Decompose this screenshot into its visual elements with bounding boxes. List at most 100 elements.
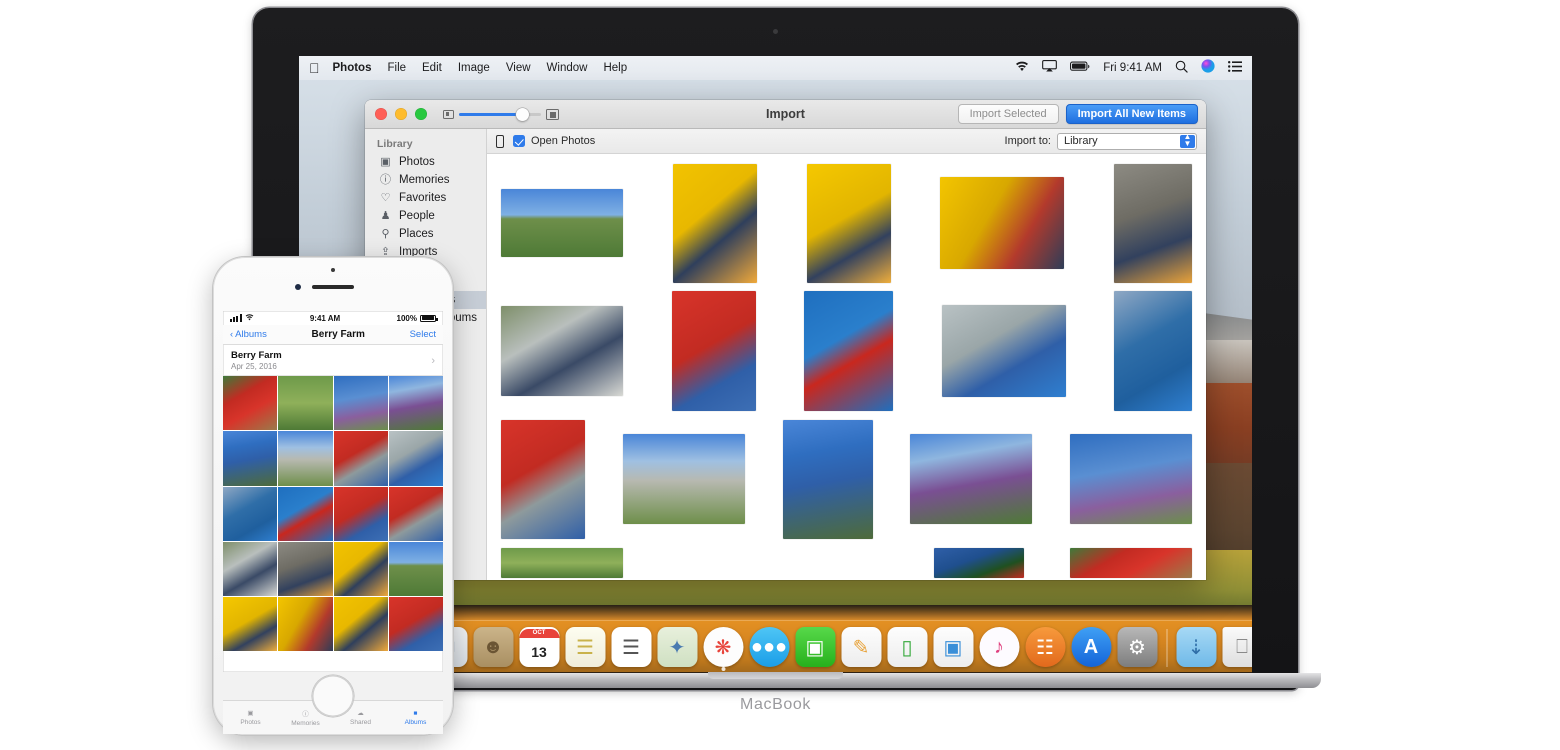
photo-thumbnail-field-landscape[interactable] <box>501 189 623 257</box>
dock-item-maps[interactable]: ✦ <box>657 627 697 667</box>
select-button[interactable]: Select <box>410 329 436 340</box>
dock-item-calendar[interactable]: OCT 13 <box>519 627 559 667</box>
dock-item-messages[interactable]: ●●● <box>749 627 789 667</box>
tab-label: Memories <box>291 720 320 727</box>
import-all-new-items-button[interactable]: Import All New Items <box>1066 104 1198 124</box>
facetime-camera-icon <box>773 29 778 34</box>
iphone-photo-thumbnail[interactable] <box>278 431 332 485</box>
photo-thumbnail-berry-crate-partial[interactable] <box>1070 548 1192 578</box>
menu-item-view[interactable]: View <box>506 62 531 74</box>
sidebar-item-label: Places <box>399 228 434 240</box>
control-center-list-icon[interactable] <box>1228 61 1242 76</box>
iphone-photo-thumbnail[interactable] <box>223 487 277 541</box>
wifi-icon <box>245 314 254 323</box>
search-icon[interactable] <box>1175 60 1188 77</box>
photo-thumbnail-woman-in-berry-rows[interactable] <box>783 420 873 539</box>
back-to-albums-button[interactable]: ‹ Albums <box>230 329 267 340</box>
sidebar-item-memories[interactable]: ⓘ Memories <box>365 171 486 189</box>
photo-thumbnail-lupine-closeup[interactable] <box>1070 434 1192 524</box>
dock-item-itunes[interactable]: ♪ <box>979 627 1019 667</box>
import-to-dropdown[interactable]: Library ▲▼ <box>1057 133 1197 150</box>
iphone-photo-thumbnail[interactable] <box>223 376 277 430</box>
photos-tab-icon: ▣ <box>247 709 253 717</box>
dock-item-trash[interactable]: ⎕ <box>1222 627 1252 667</box>
iphone-photo-thumbnail[interactable] <box>223 431 277 485</box>
photo-thumbnail-family-strawberry-mural[interactable] <box>672 291 756 411</box>
dock-item-app-store[interactable]: A <box>1071 627 1111 667</box>
wifi-icon[interactable] <box>1015 61 1029 76</box>
dock-item-pages[interactable]: ✎ <box>841 627 881 667</box>
chevron-right-icon[interactable]: › <box>431 355 435 367</box>
menu-item-help[interactable]: Help <box>603 62 627 74</box>
iphone-photo-thumbnail[interactable] <box>334 376 388 430</box>
iphone-photo-grid[interactable] <box>223 376 443 651</box>
iphone-photo-thumbnail[interactable] <box>389 431 443 485</box>
photo-thumbnail-boy-yellow-bounce-b[interactable] <box>807 164 891 283</box>
photo-thumbnail-wildflower-field[interactable] <box>910 434 1032 524</box>
menu-item-file[interactable]: File <box>387 62 406 74</box>
photos-import-window: Import Import Selected Import All New It… <box>365 100 1206 580</box>
photo-grid-row <box>501 420 1192 538</box>
dock-item-reminders[interactable]: ☰ <box>611 627 651 667</box>
photo-thumbnail-boy-eating-strawberry[interactable] <box>940 177 1064 269</box>
import-to-label: Import to: <box>1005 135 1051 147</box>
photo-grid[interactable] <box>487 154 1206 580</box>
menu-item-window[interactable]: Window <box>547 62 588 74</box>
sidebar-item-favorites[interactable]: ♡ Favorites <box>365 189 486 207</box>
menu-bar-clock[interactable]: Fri 9:41 AM <box>1103 62 1162 74</box>
sidebar-item-places[interactable]: ⚲ Places <box>365 225 486 243</box>
iphone-photo-thumbnail[interactable] <box>278 597 332 651</box>
iphone-battery-percent: 100% <box>397 314 417 323</box>
dock-item-keynote[interactable]: ▣ <box>933 627 973 667</box>
photo-thumbnail-picnic-at-farm-stand[interactable] <box>623 434 745 524</box>
photo-thumbnail-green-field-partial[interactable] <box>501 548 623 578</box>
dock-item-photos[interactable]: ❋ <box>703 627 743 667</box>
photo-thumbnail-boy-with-jackets[interactable] <box>501 306 623 396</box>
photo-thumbnail-mother-daughter-hug-a[interactable] <box>942 305 1066 397</box>
sidebar-item-photos[interactable]: ▣ Photos <box>365 153 486 171</box>
sidebar-item-people[interactable]: ♟ People <box>365 207 486 225</box>
menu-item-photos[interactable]: Photos <box>333 62 372 74</box>
iphone-photo-thumbnail[interactable] <box>389 376 443 430</box>
proximity-sensor-icon <box>331 268 335 272</box>
iphone-photo-thumbnail[interactable] <box>223 542 277 596</box>
iphone-photo-thumbnail[interactable] <box>334 542 388 596</box>
dock-item-notes[interactable]: ☰ <box>565 627 605 667</box>
dock-item-system-preferences[interactable]: ⚙ <box>1117 627 1157 667</box>
iphone-earpiece-icon <box>312 285 354 289</box>
album-header-row[interactable]: Berry Farm Apr 25, 2016 › <box>223 345 443 376</box>
apple-logo-icon[interactable]:  <box>309 61 320 75</box>
import-selected-button[interactable]: Import Selected <box>958 104 1059 124</box>
iphone-photo-thumbnail[interactable] <box>334 487 388 541</box>
iphone-photo-thumbnail[interactable] <box>334 431 388 485</box>
dock-item-contacts[interactable]: ☻ <box>473 627 513 667</box>
iphone-photo-thumbnail[interactable] <box>389 487 443 541</box>
dock-item-numbers[interactable]: ▯ <box>887 627 927 667</box>
iphone-photo-thumbnail[interactable] <box>223 597 277 651</box>
open-photos-checkbox[interactable] <box>513 135 525 147</box>
iphone-photo-thumbnail[interactable] <box>278 542 332 596</box>
tab-photos[interactable]: ▣ Photos <box>223 701 278 734</box>
iphone-home-button[interactable] <box>312 675 354 717</box>
photo-thumbnail-strawberry-basket[interactable] <box>804 291 893 411</box>
siri-icon[interactable] <box>1201 59 1215 77</box>
menu-item-image[interactable]: Image <box>458 62 490 74</box>
iphone-photo-thumbnail[interactable] <box>278 487 332 541</box>
photo-thumbnail-woman-strawberry-mural[interactable] <box>501 420 585 539</box>
dock-item-facetime[interactable]: ▣ <box>795 627 835 667</box>
menu-item-edit[interactable]: Edit <box>422 62 442 74</box>
photo-thumbnail-boy-yellow-bounce-a[interactable] <box>673 164 757 283</box>
iphone-photo-thumbnail[interactable] <box>334 597 388 651</box>
dock-item-downloads-folder[interactable]: ⇣ <box>1176 627 1216 667</box>
window-titlebar[interactable]: Import Import Selected Import All New It… <box>365 100 1206 129</box>
photo-thumbnail-boy-by-barn-wall[interactable] <box>1114 164 1192 283</box>
iphone-photo-thumbnail[interactable] <box>389 542 443 596</box>
battery-icon[interactable] <box>1070 61 1090 76</box>
tab-albums[interactable]: ■ Albums <box>388 701 443 734</box>
dock-item-ibooks[interactable]: ☷ <box>1025 627 1065 667</box>
photo-thumbnail-strawberry-sign-partial[interactable] <box>934 548 1024 578</box>
iphone-photo-thumbnail[interactable] <box>389 597 443 651</box>
airplay-icon[interactable] <box>1042 60 1057 76</box>
photo-thumbnail-mother-daughter-hug-b[interactable] <box>1114 291 1192 411</box>
iphone-photo-thumbnail[interactable] <box>278 376 332 430</box>
